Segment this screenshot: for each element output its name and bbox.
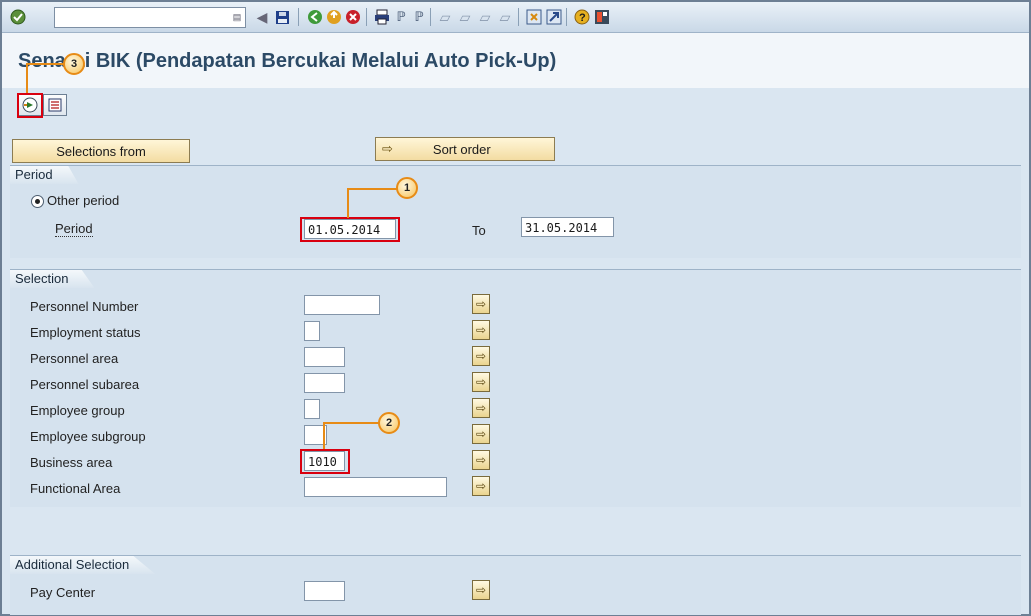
personnel-subarea-field[interactable]: [304, 373, 345, 393]
callout-3-leader-vertical: [26, 64, 28, 93]
functional-area-multiple-selection-button[interactable]: ⇨: [472, 476, 490, 496]
business-area-highlight: [300, 449, 350, 474]
callout-1-leader-horizontal: [347, 188, 397, 190]
business-area-multiple-selection-button[interactable]: ⇨: [472, 450, 490, 470]
additional-selection-group-title: Additional Selection: [10, 556, 156, 574]
command-field[interactable]: ▤: [54, 7, 246, 28]
callout-2: 2: [378, 412, 400, 434]
selections-from-button[interactable]: Selections from: [12, 139, 190, 163]
next-page-icon[interactable]: ▱: [475, 7, 495, 27]
other-period-radio[interactable]: [31, 195, 44, 208]
new-session-icon[interactable]: [524, 7, 544, 27]
period-label: Period: [55, 221, 93, 237]
save-icon[interactable]: [272, 7, 292, 27]
standard-toolbar: ▤ ◀ ℙ ℙ ▱ ▱ ▱ ▱ ?: [2, 2, 1029, 33]
employment-status-label: Employment status: [30, 325, 141, 340]
toolbar-separator: [518, 8, 519, 26]
toolbar-separator: [566, 8, 567, 26]
callout-3: 3: [63, 53, 85, 75]
cancel-icon[interactable]: [343, 7, 363, 27]
pay-center-field[interactable]: [304, 581, 345, 601]
toolbar-separator: [298, 8, 299, 26]
callout-1: 1: [396, 177, 418, 199]
toolbar-separator: [430, 8, 431, 26]
callout-2-leader-horizontal: [323, 422, 379, 424]
employee-group-multiple-selection-button[interactable]: ⇨: [472, 398, 490, 418]
pay-center-multiple-selection-button[interactable]: ⇨: [472, 580, 490, 600]
toolbar-separator: [366, 8, 367, 26]
personnel-area-label: Personnel area: [30, 351, 119, 366]
svg-text:?: ?: [579, 12, 586, 24]
personnel-subarea-label: Personnel subarea: [30, 377, 140, 392]
functional-area-label: Functional Area: [30, 481, 121, 496]
execute-highlight: [17, 93, 43, 118]
shortcut-icon[interactable]: [544, 7, 564, 27]
employee-group-field[interactable]: [304, 399, 320, 419]
personnel-subarea-multiple-selection-button[interactable]: ⇨: [472, 372, 490, 392]
first-page-icon[interactable]: ▱: [435, 7, 455, 27]
employee-group-label: Employee group: [30, 403, 125, 418]
ok-icon[interactable]: [8, 7, 28, 27]
exit-icon[interactable]: [324, 7, 344, 27]
employee-subgroup-label: Employee subgroup: [30, 429, 146, 444]
additional-selection-group: Additional Selection: [10, 555, 1021, 615]
previous-page-icon[interactable]: ▱: [455, 7, 475, 27]
get-variant-icon[interactable]: [43, 94, 67, 116]
sort-order-button[interactable]: ⇨ Sort order: [375, 137, 555, 161]
last-page-icon[interactable]: ▱: [495, 7, 515, 27]
callout-1-leader-vertical: [347, 190, 349, 218]
employee-subgroup-multiple-selection-button[interactable]: ⇨: [472, 424, 490, 444]
selection-group: Selection: [10, 269, 1021, 507]
period-to-field[interactable]: 31.05.2014: [521, 217, 614, 237]
back-icon[interactable]: [305, 7, 325, 27]
personnel-number-field[interactable]: [304, 295, 380, 315]
period-group-title: Period: [10, 166, 79, 184]
period-from-highlight: [300, 217, 400, 242]
sort-arrow-icon: ⇨: [382, 141, 393, 156]
employment-status-multiple-selection-button[interactable]: ⇨: [472, 320, 490, 340]
other-period-label: Other period: [47, 193, 120, 208]
help-icon[interactable]: ?: [572, 7, 592, 27]
personnel-number-label: Personnel Number: [30, 299, 139, 314]
sap-window: ▤ ◀ ℙ ℙ ▱ ▱ ▱ ▱ ? Senarai BIK (Pendapata…: [0, 0, 1031, 616]
personnel-number-multiple-selection-button[interactable]: ⇨: [472, 294, 490, 314]
period-group: Period: [10, 165, 1021, 258]
find-next-icon[interactable]: ℙ: [409, 7, 429, 27]
sort-order-label: Sort order: [432, 141, 491, 157]
callout-3-leader-horizontal: [26, 63, 64, 65]
selection-group-title: Selection: [10, 270, 95, 288]
employment-status-field[interactable]: [304, 321, 320, 341]
customize-layout-icon[interactable]: [592, 7, 612, 27]
personnel-area-multiple-selection-button[interactable]: ⇨: [472, 346, 490, 366]
page-title: Senarai BIK (Pendapatan Bercukai Melalui…: [18, 50, 557, 72]
business-area-label: Business area: [30, 455, 113, 470]
find-icon[interactable]: ℙ: [391, 7, 411, 27]
functional-area-field[interactable]: [304, 477, 447, 497]
personnel-area-field[interactable]: [304, 347, 345, 367]
print-icon[interactable]: [372, 7, 392, 27]
pay-center-label: Pay Center: [30, 585, 96, 600]
command-dropdown-icon[interactable]: ▤: [231, 10, 243, 24]
to-label: To: [472, 223, 486, 238]
back-nav-icon[interactable]: ◀: [252, 7, 272, 27]
callout-2-leader-vertical: [323, 424, 325, 449]
